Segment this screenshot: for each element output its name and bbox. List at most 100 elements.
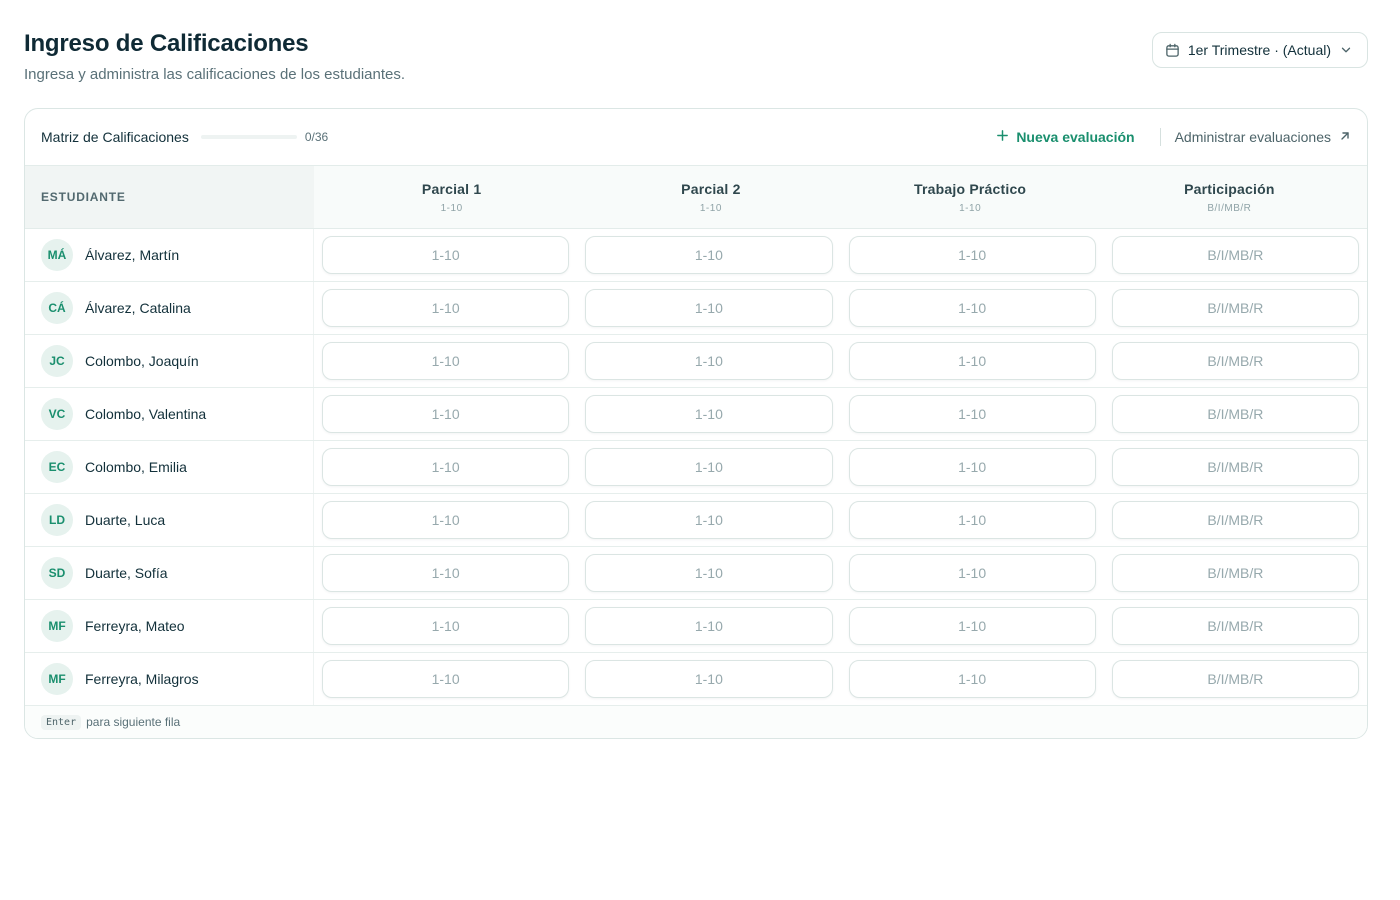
- student-name: Colombo, Valentina: [85, 406, 207, 422]
- student-name: Duarte, Luca: [85, 512, 166, 528]
- progress-count: 0/36: [304, 130, 329, 144]
- grade-input[interactable]: [585, 289, 833, 327]
- grade-input[interactable]: [585, 448, 833, 486]
- grade-cells: [314, 441, 1367, 493]
- grade-input[interactable]: [322, 342, 570, 380]
- grade-cells: [314, 388, 1367, 440]
- grade-input[interactable]: [585, 236, 833, 274]
- chevron-down-icon: [1339, 43, 1353, 57]
- grade-input[interactable]: [585, 554, 833, 592]
- grade-input[interactable]: [848, 554, 1096, 592]
- column-header-scale: 1-10: [699, 202, 722, 214]
- grade-input[interactable]: [322, 554, 570, 592]
- period-selector[interactable]: 1er Trimestre · (Actual): [1151, 32, 1368, 68]
- grade-input[interactable]: [1111, 395, 1359, 433]
- student-name: Colombo, Emilia: [85, 459, 187, 475]
- grade-input[interactable]: [848, 342, 1096, 380]
- avatar: CÁ: [41, 292, 73, 324]
- calendar-icon: [1165, 43, 1180, 58]
- grade-input[interactable]: [322, 395, 570, 433]
- toolbar-divider: [1159, 128, 1161, 146]
- grade-input[interactable]: [322, 501, 570, 539]
- student-cell: EC Colombo, Emilia: [25, 441, 314, 493]
- column-header: Parcial 2 1-10: [581, 166, 840, 228]
- table-row: MF Ferreyra, Mateo: [25, 600, 1367, 653]
- grade-input[interactable]: [1111, 554, 1359, 592]
- grade-input[interactable]: [848, 289, 1096, 327]
- avatar: JC: [41, 345, 73, 377]
- grade-input[interactable]: [1111, 342, 1359, 380]
- table-row: MÁ Álvarez, Martín: [25, 229, 1367, 282]
- matrix-title: Matriz de Calificaciones: [41, 129, 189, 145]
- grade-input[interactable]: [848, 607, 1096, 645]
- table-row: LD Duarte, Luca: [25, 494, 1367, 547]
- grade-input[interactable]: [1111, 660, 1359, 698]
- grade-input[interactable]: [848, 448, 1096, 486]
- grade-cells: [314, 653, 1367, 705]
- column-header: Parcial 1 1-10: [322, 166, 581, 228]
- page-header: Ingreso de Calificaciones Ingresa y admi…: [24, 30, 405, 83]
- page-subtitle: Ingresa y administra las calificaciones …: [24, 66, 406, 83]
- column-header-scale: B/I/MB/R: [1207, 202, 1252, 214]
- avatar: MÁ: [41, 239, 73, 271]
- grade-input[interactable]: [585, 395, 833, 433]
- column-header-name: Trabajo Práctico: [914, 180, 1027, 197]
- student-name: Ferreyra, Milagros: [85, 671, 199, 687]
- student-name: Ferreyra, Mateo: [85, 618, 185, 634]
- student-cell: JC Colombo, Joaquín: [25, 335, 314, 387]
- grade-input[interactable]: [1111, 289, 1359, 327]
- grade-cells: [314, 229, 1367, 281]
- new-evaluation-label: Nueva evaluación: [1016, 129, 1135, 145]
- period-label: 1er Trimestre · (Actual): [1187, 42, 1331, 58]
- grade-input[interactable]: [848, 395, 1096, 433]
- grade-input[interactable]: [585, 342, 833, 380]
- grade-input[interactable]: [1111, 236, 1359, 274]
- student-name: Álvarez, Catalina: [85, 300, 191, 316]
- grade-input[interactable]: [1111, 607, 1359, 645]
- grade-input[interactable]: [322, 607, 570, 645]
- column-header-name: Participación: [1184, 180, 1275, 197]
- keyboard-hint-text: para siguiente fila: [86, 715, 181, 729]
- grade-input[interactable]: [585, 660, 833, 698]
- grade-cells: [314, 335, 1367, 387]
- arrow-up-right-icon: [1339, 129, 1351, 145]
- table-row: VC Colombo, Valentina: [25, 388, 1367, 441]
- avatar: MF: [41, 610, 73, 642]
- progress-bar: [200, 135, 297, 139]
- grade-input[interactable]: [1111, 448, 1359, 486]
- grade-input[interactable]: [322, 448, 570, 486]
- grade-input[interactable]: [848, 660, 1096, 698]
- grade-input[interactable]: [585, 501, 833, 539]
- avatar: LD: [41, 504, 73, 536]
- column-header-scale: 1-10: [959, 202, 982, 214]
- grade-cells: [314, 494, 1367, 546]
- grade-input[interactable]: [322, 289, 570, 327]
- student-name: Colombo, Joaquín: [85, 353, 199, 369]
- grade-input[interactable]: [1111, 501, 1359, 539]
- grade-input[interactable]: [322, 236, 570, 274]
- column-header-scale: 1-10: [440, 202, 463, 214]
- student-column-header: ESTUDIANTE: [25, 166, 314, 228]
- column-header-name: Parcial 2: [681, 180, 741, 197]
- table-row: EC Colombo, Emilia: [25, 441, 1367, 494]
- avatar: VC: [41, 398, 73, 430]
- student-cell: MF Ferreyra, Mateo: [25, 600, 314, 652]
- grade-cells: [314, 282, 1367, 334]
- avatar: MF: [41, 663, 73, 695]
- avatar: SD: [41, 557, 73, 589]
- column-header-name: Parcial 1: [421, 180, 482, 197]
- grade-input[interactable]: [322, 660, 570, 698]
- manage-evaluations-link[interactable]: Administrar evaluaciones: [1175, 129, 1351, 145]
- manage-evaluations-label: Administrar evaluaciones: [1174, 129, 1331, 145]
- matrix-toolbar: Matriz de Calificaciones 0/36 Nueva eval…: [25, 109, 1367, 166]
- new-evaluation-button[interactable]: Nueva evaluación: [996, 129, 1135, 145]
- student-name: Duarte, Sofía: [85, 565, 168, 581]
- avatar: EC: [41, 451, 73, 483]
- grade-input[interactable]: [848, 236, 1096, 274]
- column-header: Trabajo Práctico 1-10: [841, 166, 1100, 228]
- student-cell: SD Duarte, Sofía: [25, 547, 314, 599]
- grade-input[interactable]: [848, 501, 1096, 539]
- table-row: JC Colombo, Joaquín: [25, 335, 1367, 388]
- student-cell: MF Ferreyra, Milagros: [25, 653, 314, 705]
- grade-input[interactable]: [585, 607, 833, 645]
